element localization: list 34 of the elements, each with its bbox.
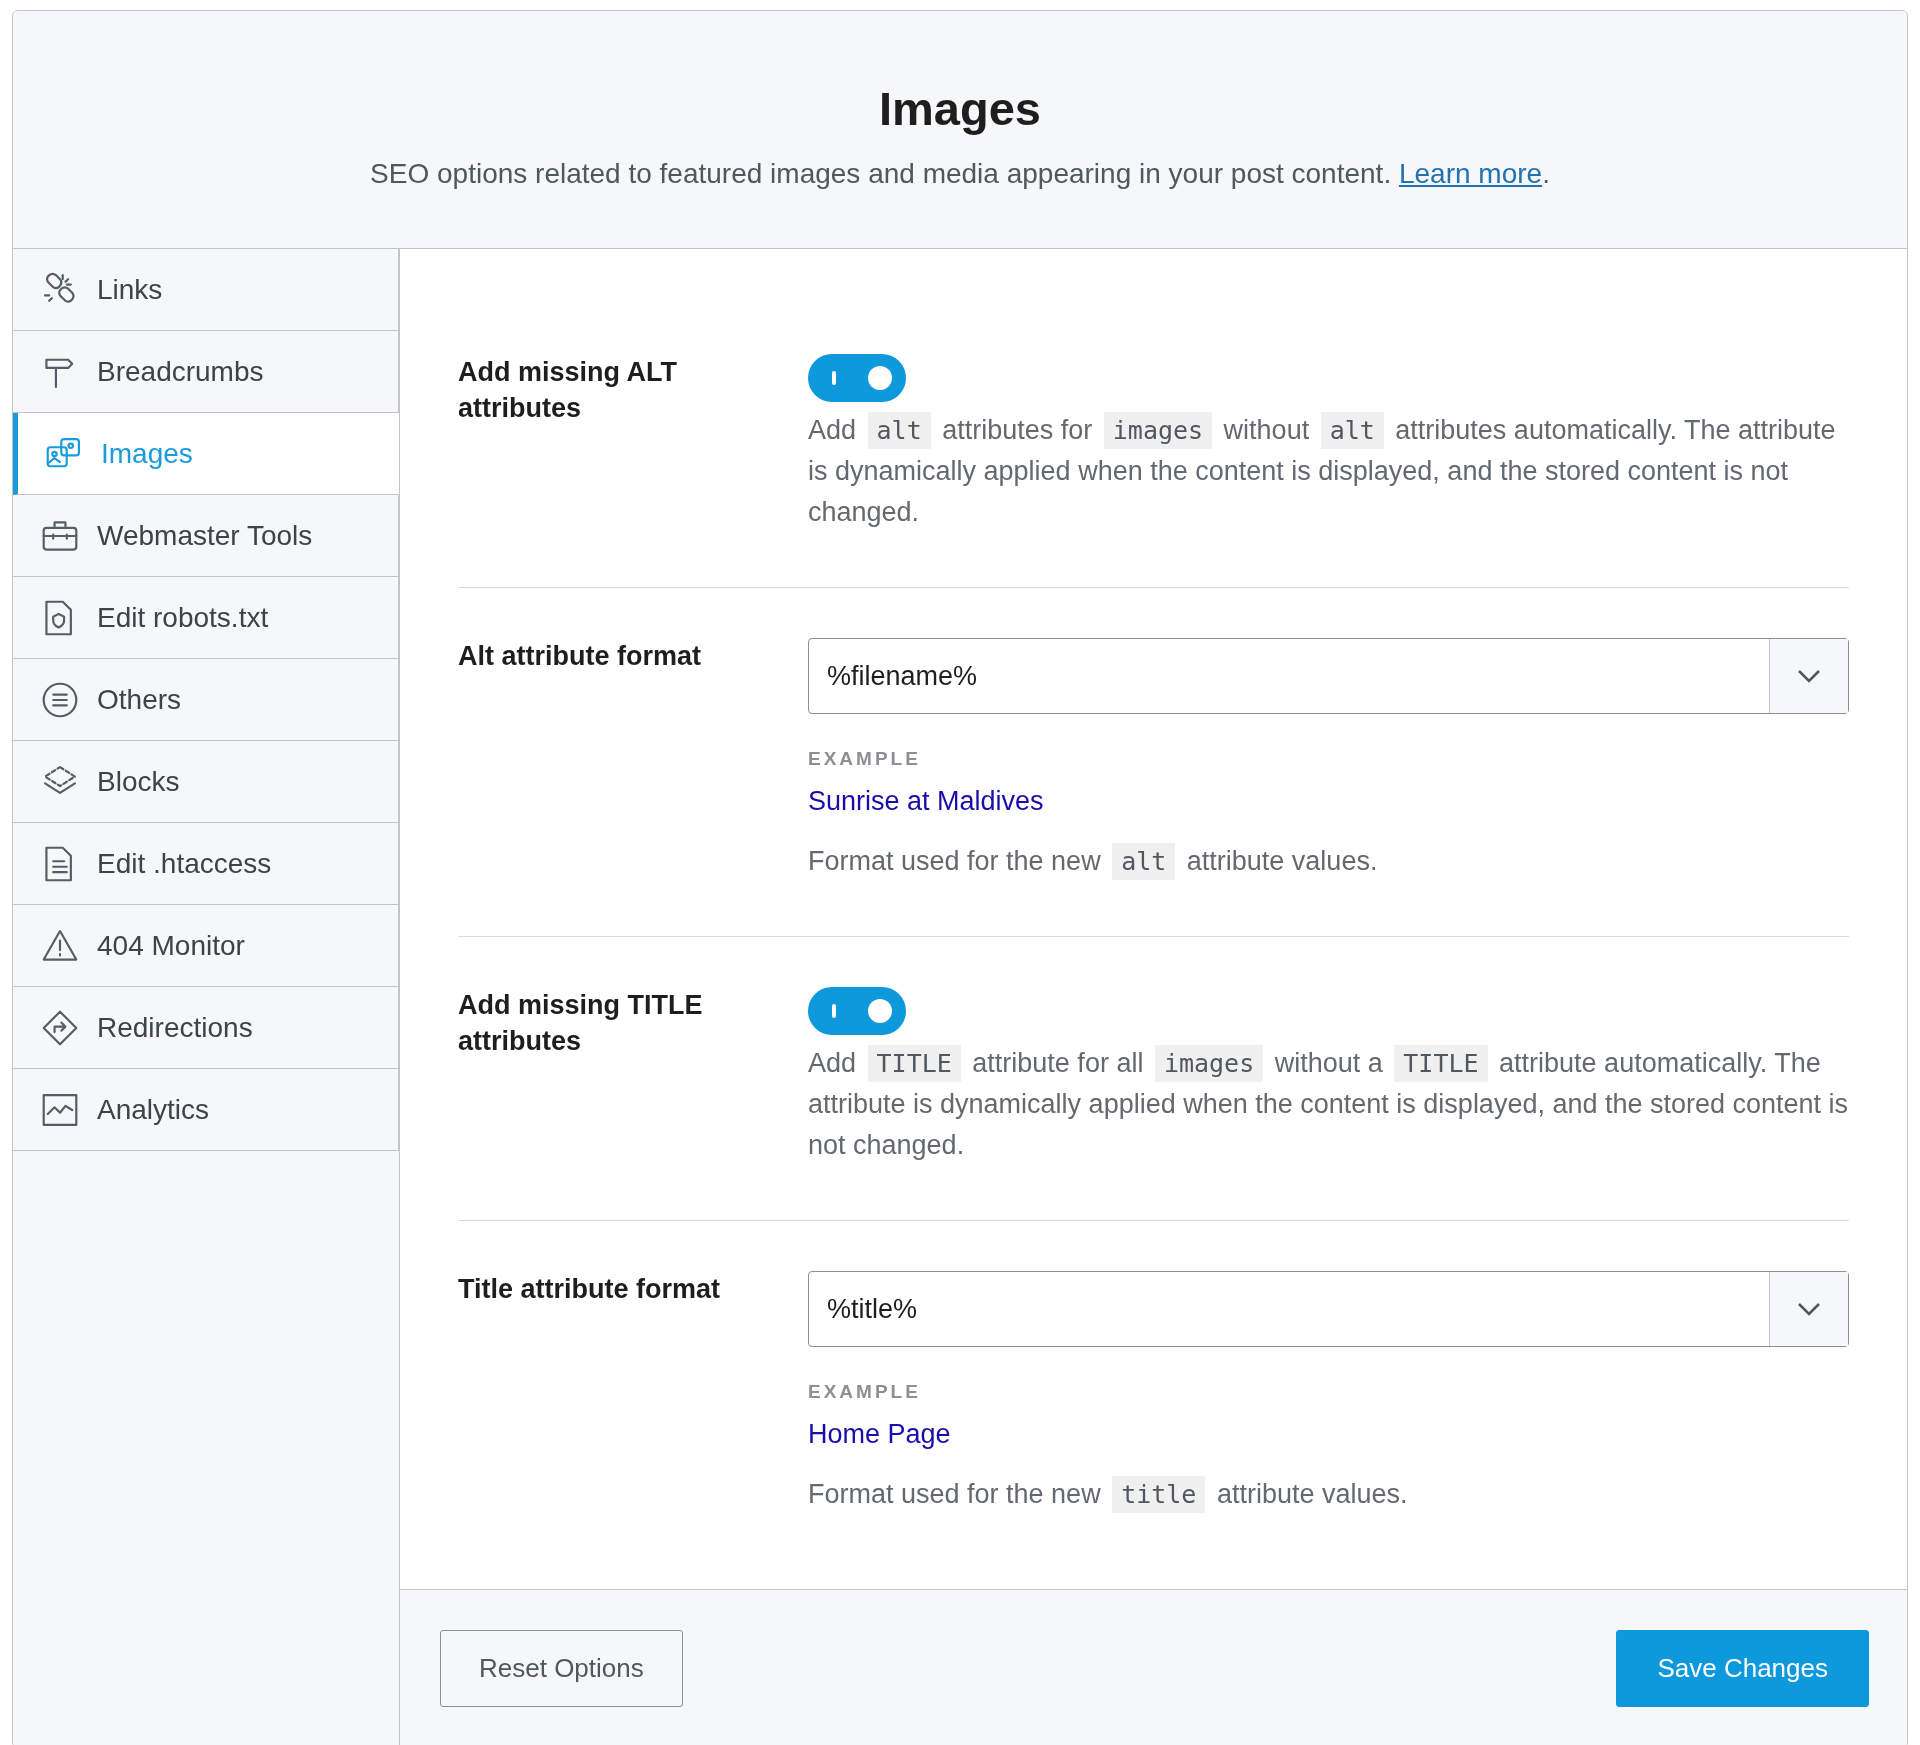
sidebar-item[interactable]: Others bbox=[13, 659, 399, 741]
chevron-down-icon bbox=[1797, 669, 1821, 683]
setting-label: Add missing ALT attributes bbox=[458, 356, 678, 425]
setting-description: Format used for the new alt attribute values. bbox=[808, 841, 1849, 882]
sidebar-item[interactable]: Redirections bbox=[13, 987, 399, 1069]
example-text: Home Page bbox=[808, 1419, 951, 1450]
learn-more-link[interactable]: Learn more bbox=[1398, 158, 1543, 189]
list-circle-icon bbox=[41, 680, 79, 719]
example-label: EXAMPLE bbox=[808, 748, 922, 770]
sidebar-item[interactable]: Breadcrumbs bbox=[13, 331, 399, 413]
chevron-down-icon bbox=[1797, 1302, 1821, 1316]
format-dropdown[interactable]: %filename% bbox=[808, 638, 1849, 714]
page-title: Images bbox=[878, 81, 1042, 136]
sidebar-item[interactable]: Edit robots.txt bbox=[13, 577, 399, 659]
setting-label: Title attribute format bbox=[458, 1273, 721, 1306]
sidebar-item[interactable]: Blocks bbox=[13, 741, 399, 823]
setting-label: Add missing TITLE attributes bbox=[458, 989, 704, 1058]
format-dropdown[interactable]: %title% bbox=[808, 1271, 1849, 1347]
reset-options-button[interactable]: Reset Options bbox=[440, 1630, 683, 1707]
toggle-switch[interactable] bbox=[808, 987, 906, 1035]
page-description: SEO options related to featured images and media appearing in your post content. Learn more. bbox=[369, 158, 1551, 190]
sidebar-item[interactable]: Links bbox=[13, 249, 399, 331]
toggle-switch[interactable] bbox=[808, 354, 906, 402]
example-label: EXAMPLE bbox=[808, 1381, 922, 1403]
setting-description: Format used for the new title attribute values. bbox=[808, 1474, 1849, 1515]
sidebar-item[interactable]: Edit .htaccess bbox=[13, 823, 399, 905]
sidebar-item[interactable]: 404 Monitor bbox=[13, 905, 399, 987]
sidebar-item[interactable]: Analytics bbox=[13, 1069, 399, 1151]
diamond-arrow-icon bbox=[41, 1008, 79, 1047]
setting-label: Alt attribute format bbox=[458, 640, 701, 673]
setting-description: Add TITLE attribute for all images without a TITLE attribute automatically. The attribute is dynamically applied when the content is displayed, and the stored content is not changed. bbox=[808, 1043, 1849, 1166]
setting-description: Add alt attributes for images without alt attributes automatically. The attribute is dynamically applied when the content is displayed, and the stored content is not changed. bbox=[808, 410, 1849, 533]
sidebar-item[interactable]: Webmaster Tools bbox=[13, 495, 399, 577]
example-text: Sunrise at Maldives bbox=[808, 786, 1044, 817]
